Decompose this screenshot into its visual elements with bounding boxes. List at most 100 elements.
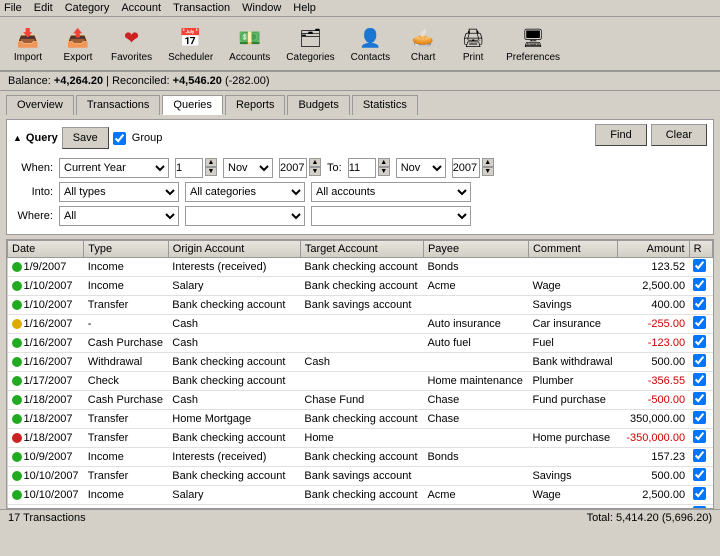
cell-origin: Bank checking account — [168, 296, 300, 315]
from-num-down[interactable]: ▼ — [205, 167, 217, 176]
table-row[interactable]: 1/17/2007 Check Bank checking account Ho… — [8, 372, 713, 391]
reconcile-checkbox[interactable] — [693, 278, 706, 291]
to-num-up[interactable]: ▲ — [378, 158, 390, 167]
menu-edit[interactable]: Edit — [34, 2, 53, 14]
reconcile-checkbox[interactable] — [693, 392, 706, 405]
from-year-spinner[interactable]: ▲ ▼ — [309, 158, 321, 178]
scheduler-button[interactable]: 📅 Scheduler — [163, 21, 218, 66]
categories-button[interactable]: 🗂 Categories — [281, 21, 339, 66]
to-num-input[interactable] — [348, 158, 376, 178]
status-dot — [12, 300, 22, 310]
col-target-header[interactable]: Target Account — [300, 241, 423, 258]
to-year-spinner[interactable]: ▲ ▼ — [482, 158, 494, 178]
table-row[interactable]: 10/9/2007 Income Interests (received) Ba… — [8, 448, 713, 467]
table-row[interactable]: 10/10/2007 Income Salary Bank checking a… — [8, 486, 713, 505]
menu-help[interactable]: Help — [293, 2, 316, 14]
cell-date: 10/10/2007 — [8, 486, 84, 505]
total-amount: Total: 5,414.20 (5,696.20) — [587, 512, 712, 524]
cell-r — [689, 429, 712, 448]
col-date-header[interactable]: Date — [8, 241, 84, 258]
where-field-select[interactable] — [185, 206, 305, 226]
tab-statistics[interactable]: Statistics — [352, 95, 418, 115]
reconcile-checkbox[interactable] — [693, 354, 706, 367]
chart-label: Chart — [411, 52, 435, 63]
tab-reports[interactable]: Reports — [225, 95, 286, 115]
tab-overview[interactable]: Overview — [6, 95, 74, 115]
reconcile-checkbox[interactable] — [693, 468, 706, 481]
table-row[interactable]: 10/10/2007 Transfer Bank checking accoun… — [8, 467, 713, 486]
table-row[interactable]: 1/18/2007 Transfer Home Mortgage Bank ch… — [8, 410, 713, 429]
menu-file[interactable]: File — [4, 2, 22, 14]
import-icon: 📥 — [14, 24, 42, 52]
group-checkbox[interactable] — [113, 132, 126, 145]
to-num-down[interactable]: ▼ — [378, 167, 390, 176]
table-row[interactable]: 1/16/2007 Withdrawal Bank checking accou… — [8, 353, 713, 372]
to-month-select[interactable]: NovJan — [396, 158, 446, 178]
categories-select[interactable]: All categories — [185, 182, 305, 202]
where-select[interactable]: All — [59, 206, 179, 226]
accounts-select[interactable]: All accounts Bank checking account Bark … — [311, 182, 471, 202]
reconcile-checkbox[interactable] — [693, 297, 706, 310]
collapse-icon[interactable]: ▲ — [13, 133, 22, 143]
col-comment-header[interactable]: Comment — [528, 241, 618, 258]
from-num-input[interactable] — [175, 158, 203, 178]
to-year-up[interactable]: ▲ — [482, 158, 494, 167]
import-button[interactable]: 📥 Import — [6, 21, 50, 66]
save-button[interactable]: Save — [62, 127, 109, 149]
export-button[interactable]: 📤 Export — [56, 21, 100, 66]
cell-comment: Car insurance — [528, 315, 618, 334]
table-row[interactable]: 1/16/2007 Cash Purchase Cash Auto fuel F… — [8, 334, 713, 353]
accounts-button[interactable]: 💵 Accounts — [224, 21, 275, 66]
favorites-button[interactable]: ❤ Favorites — [106, 21, 157, 66]
print-button[interactable]: 🖨 Print — [451, 21, 495, 66]
reconcile-checkbox[interactable] — [693, 487, 706, 500]
cell-origin: Bank checking account — [168, 467, 300, 486]
from-year-down[interactable]: ▼ — [309, 167, 321, 176]
table-row[interactable]: 1/9/2007 Income Interests (received) Ban… — [8, 258, 713, 277]
to-year-down[interactable]: ▼ — [482, 167, 494, 176]
table-row[interactable]: 1/16/2007 - Cash Auto insurance Car insu… — [8, 315, 713, 334]
when-select[interactable]: Current Year Last Year All — [59, 158, 169, 178]
col-payee-header[interactable]: Payee — [423, 241, 528, 258]
table-row[interactable]: 1/18/2007 Transfer Bank checking account… — [8, 429, 713, 448]
tab-queries[interactable]: Queries — [162, 95, 223, 115]
preferences-button[interactable]: 🖥 Preferences — [501, 21, 565, 66]
balance-text: Balance: +4,264.20 | Reconciled: +4,546.… — [8, 75, 270, 87]
to-num-spinner[interactable]: ▲ ▼ — [378, 158, 390, 178]
into-select[interactable]: All types Income Expense — [59, 182, 179, 202]
from-num-up[interactable]: ▲ — [205, 158, 217, 167]
from-year-input[interactable] — [279, 158, 307, 178]
from-year-up[interactable]: ▲ — [309, 158, 321, 167]
table-row[interactable]: 1/10/2007 Income Salary Bank checking ac… — [8, 277, 713, 296]
from-month-select[interactable]: NovJanFeb — [223, 158, 273, 178]
accounts-icon: 💵 — [236, 24, 264, 52]
cell-type: Income — [84, 258, 169, 277]
reconcile-checkbox[interactable] — [693, 316, 706, 329]
table-row[interactable]: 1/18/2007 Cash Purchase Cash Chase Fund … — [8, 391, 713, 410]
chart-button[interactable]: 🥧 Chart — [401, 21, 445, 66]
col-amount-header[interactable]: Amount — [618, 241, 689, 258]
tab-budgets[interactable]: Budgets — [287, 95, 349, 115]
tab-transactions[interactable]: Transactions — [76, 95, 161, 115]
menu-account[interactable]: Account — [121, 2, 161, 14]
reconcile-checkbox[interactable] — [693, 449, 706, 462]
to-year-input[interactable] — [452, 158, 480, 178]
menu-window[interactable]: Window — [242, 2, 281, 14]
where-value-select[interactable] — [311, 206, 471, 226]
reconcile-checkbox[interactable] — [693, 430, 706, 443]
reconcile-checkbox[interactable] — [693, 259, 706, 272]
table-row[interactable]: 1/10/2007 Transfer Bank checking account… — [8, 296, 713, 315]
col-r-header[interactable]: R — [689, 241, 712, 258]
col-type-header[interactable]: Type — [84, 241, 169, 258]
contacts-button[interactable]: 👤 Contacts — [346, 21, 395, 66]
col-origin-header[interactable]: Origin Account — [168, 241, 300, 258]
clear-button[interactable]: Clear — [651, 124, 707, 146]
reconcile-checkbox[interactable] — [693, 335, 706, 348]
find-button[interactable]: Find — [595, 124, 646, 146]
reconcile-checkbox[interactable] — [693, 411, 706, 424]
cell-r — [689, 448, 712, 467]
menu-category[interactable]: Category — [65, 2, 110, 14]
from-num-spinner[interactable]: ▲ ▼ — [205, 158, 217, 178]
reconcile-checkbox[interactable] — [693, 373, 706, 386]
menu-transaction[interactable]: Transaction — [173, 2, 230, 14]
